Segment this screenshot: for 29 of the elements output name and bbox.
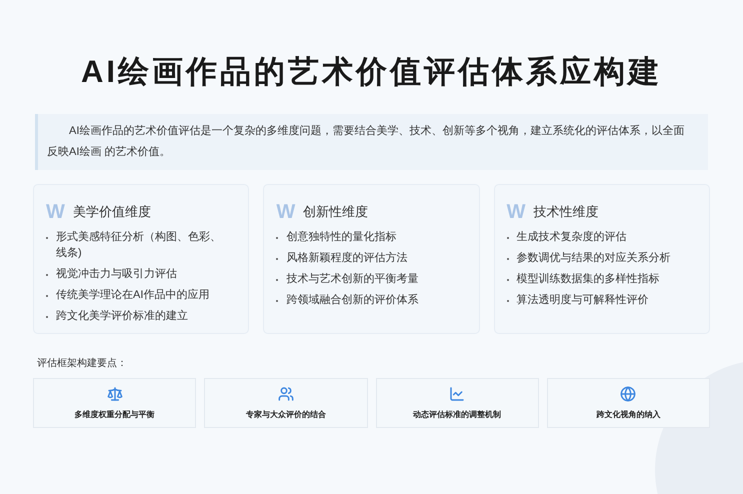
list-item: 算法透明度与可解释性评价 bbox=[516, 292, 650, 308]
intro-paragraph: AI绘画作品的艺术价值评估是一个复杂的多维度问题，需要结合美学、技术、创新等多个视角，建立系统化的评估体系，以全面反映AI绘画 的艺术价值。 bbox=[35, 114, 708, 170]
card-title: 美学价值维度 bbox=[72, 203, 151, 222]
page-title: AI绘画作品的艺术价值评估体系应构建 bbox=[81, 53, 662, 91]
list-item: 形式美感特征分析（构图、色彩、线条) bbox=[56, 230, 222, 261]
list-item: 生成技术复杂度的评估 bbox=[516, 230, 628, 245]
list-item: 模型训练数据集的多样性指标 bbox=[516, 272, 661, 287]
list-item: 参数调优与结果的对应关系分析 bbox=[516, 250, 672, 266]
section-label: 评估框架构建要点： bbox=[37, 356, 127, 371]
list-item: 创意独特性的量化指标 bbox=[286, 230, 398, 245]
list-item: 视觉冲击力与吸引力评估 bbox=[56, 267, 178, 282]
framework-point: 专家与大众评价的结合 bbox=[246, 408, 326, 420]
scale-icon bbox=[106, 386, 123, 402]
framework-point: 多维度权重分配与平衡 bbox=[74, 408, 155, 420]
list-item: 风格新颖程度的评估方法 bbox=[286, 250, 408, 266]
list-item: 传统美学理论在AI作品中的应用 bbox=[56, 288, 210, 303]
letter-mark: W bbox=[46, 202, 65, 222]
list-item: 跨文化美学评价标准的建立 bbox=[56, 308, 189, 324]
framework-point: 动态评估标准的调整机制 bbox=[413, 408, 502, 420]
framework-point: 跨文化视角的纳入 bbox=[596, 408, 660, 420]
card-title: 技术性维度 bbox=[534, 203, 599, 222]
letter-mark: W bbox=[506, 202, 526, 222]
list-item: 技术与艺术创新的平衡考量 bbox=[286, 272, 420, 287]
globe-icon bbox=[620, 386, 636, 402]
card-title: 创新性维度 bbox=[303, 203, 368, 222]
people-icon bbox=[278, 386, 294, 402]
line-chart-icon bbox=[449, 386, 466, 402]
list-item: 跨领域融合创新的评价体系 bbox=[286, 292, 420, 308]
letter-mark: W bbox=[276, 202, 296, 222]
